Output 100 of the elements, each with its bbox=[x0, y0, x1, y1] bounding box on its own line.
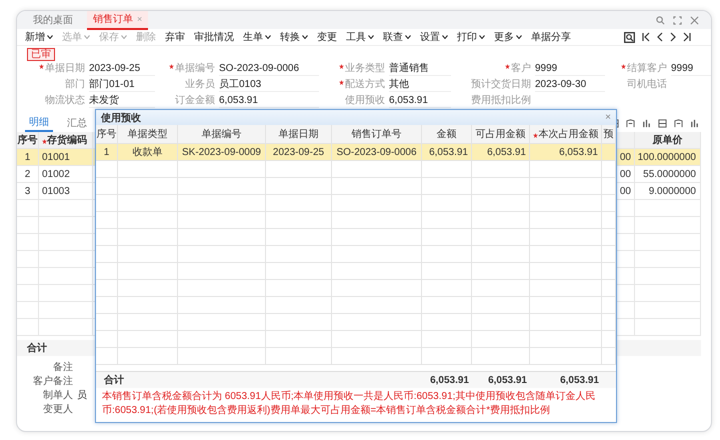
field-value: 9999 bbox=[671, 62, 711, 76]
status-badge: 已审 bbox=[27, 48, 55, 61]
toolbar-button[interactable]: 更多 bbox=[490, 30, 527, 44]
table-cell: 2 bbox=[24, 168, 30, 180]
toolbar-button[interactable]: 打印 bbox=[453, 30, 490, 44]
toolbar-button[interactable]: 设置 bbox=[416, 30, 453, 44]
page-tab[interactable]: 销售订单 × bbox=[87, 11, 148, 30]
table-tool-icon[interactable] bbox=[658, 118, 667, 128]
field-label: 客户备注 bbox=[32, 374, 73, 388]
column-header: 本次占用金额 bbox=[538, 128, 598, 141]
table-cell: 2023-09-25 bbox=[272, 146, 324, 158]
column-header: 单据日期 bbox=[278, 128, 318, 141]
column-header: 销售订单号 bbox=[352, 128, 402, 141]
table-cell: 00 bbox=[620, 152, 631, 162]
total-value: 6,053.91 bbox=[560, 374, 599, 386]
field-value: 6,053.91 bbox=[389, 94, 451, 108]
field-label: 配送方式 bbox=[345, 78, 385, 91]
field-label: 部门 bbox=[65, 78, 85, 91]
toolbar-button[interactable]: 单据分享 bbox=[527, 30, 576, 44]
column-header: 可占用金额 bbox=[476, 128, 526, 141]
table-cell: SO-2023-09-0006 bbox=[336, 146, 417, 158]
toolbar-button[interactable]: 转换 bbox=[276, 30, 313, 44]
column-header: 单据编号 bbox=[202, 128, 242, 141]
field-value: 9999 bbox=[535, 62, 605, 76]
field-label: 业务员 bbox=[185, 78, 215, 91]
toolbar-button[interactable]: 联查 bbox=[379, 30, 416, 44]
toolbar-button[interactable]: 弃审 bbox=[161, 30, 190, 44]
field-label: 预计交货日期 bbox=[471, 78, 531, 91]
total-value: 6,053.91 bbox=[488, 374, 527, 386]
column-header: 单据类型 bbox=[128, 128, 168, 141]
total-value: 6,053.91 bbox=[430, 374, 469, 386]
field-value: 其他 bbox=[389, 78, 451, 92]
field-value: 部门01-01 bbox=[89, 78, 155, 92]
toolbar-button[interactable]: 生单 bbox=[239, 30, 276, 44]
total-label: 合计 bbox=[27, 342, 47, 355]
table-cell: 01002 bbox=[42, 168, 70, 180]
field-label: 制单人 bbox=[42, 388, 73, 402]
table-cell: 1 bbox=[104, 146, 110, 158]
field-label: 备注 bbox=[52, 360, 73, 374]
field-value: 未发货 bbox=[89, 94, 155, 108]
table-cell: 3 bbox=[24, 186, 30, 196]
field-label: 客户 bbox=[511, 62, 531, 75]
table-cell: 55.0000000 bbox=[643, 168, 696, 180]
table-cell: 01001 bbox=[42, 152, 70, 162]
field-value: 普通销售 bbox=[389, 62, 451, 76]
first-icon[interactable] bbox=[642, 32, 650, 42]
field-label: 费用抵扣比例 bbox=[471, 94, 531, 107]
table-cell: 6,053.91 bbox=[429, 146, 468, 158]
table-tool-icon[interactable] bbox=[626, 118, 635, 128]
column-header: 原单价 bbox=[652, 134, 682, 147]
table-cell: 9.0000000 bbox=[648, 186, 696, 196]
column-header: 预 bbox=[604, 128, 614, 141]
last-icon[interactable] bbox=[683, 32, 691, 42]
field-label: 单据日期 bbox=[45, 62, 85, 75]
toolbar-button[interactable]: 审批情况 bbox=[190, 30, 239, 44]
field-label: 变更人 bbox=[42, 402, 73, 416]
dialog-title: 使用预收 bbox=[101, 112, 141, 124]
field-label: 订金金额 bbox=[175, 94, 215, 107]
table-cell: 100.0000000 bbox=[638, 152, 696, 162]
table-cell: 6,053.91 bbox=[487, 146, 526, 158]
field-value: 员工0103 bbox=[219, 78, 319, 92]
hint-text: 本销售订单含税金额合计为 6053.91人民币;本单使用预收一共是人民币:6053.91;其中使用预收包含随单订金人民币:6053.91;(若使用预收包含费用返利)费用单最大可占用金额=本销售订单含税金额合计*费用抵扣比例 bbox=[101, 390, 596, 418]
column-header: 序号 bbox=[96, 128, 116, 141]
next-icon[interactable] bbox=[670, 32, 676, 42]
previous-icon[interactable] bbox=[657, 32, 663, 42]
column-header: 金额 bbox=[436, 128, 456, 141]
page-tab[interactable]: 我的桌面 bbox=[27, 11, 79, 29]
fullscreen-icon[interactable] bbox=[673, 16, 682, 24]
field-label: 结算客户 bbox=[627, 62, 667, 75]
table-cell: 1 bbox=[24, 152, 30, 162]
table-row[interactable]: 1 收款单 SK-2023-09-0009 2023-09-25 SO-2023-09-0006 6,053.91 6,053.91 6,053.91 bbox=[96, 144, 616, 161]
field-value: 员 bbox=[76, 389, 87, 402]
table-tool-icon[interactable] bbox=[642, 118, 651, 128]
toolbar-button[interactable]: 新增 bbox=[21, 30, 58, 44]
field-label: 物流状态 bbox=[45, 94, 85, 107]
table-tool-icon[interactable] bbox=[674, 118, 683, 128]
toolbar-button[interactable]: 变更 bbox=[313, 30, 342, 44]
table-cell: 00 bbox=[620, 186, 631, 196]
toolbar-button[interactable]: 工具 bbox=[342, 30, 379, 44]
table-cell: 01003 bbox=[42, 186, 70, 196]
table-cell-text: 收款单 bbox=[132, 146, 162, 159]
field-value: SO-2023-09-0006 bbox=[219, 62, 319, 76]
field-label: 司机电话 bbox=[627, 78, 667, 91]
detail-tab[interactable]: 汇总 bbox=[63, 115, 91, 131]
table-cell: SK-2023-09-0009 bbox=[182, 146, 261, 158]
column-header: 序号 bbox=[18, 133, 38, 147]
preview-icon[interactable] bbox=[624, 32, 635, 42]
table-cell: 6,053.91 bbox=[559, 146, 598, 158]
table-tool-icon[interactable] bbox=[690, 118, 699, 128]
field-value: 2023-09-30 bbox=[535, 78, 605, 92]
column-header: 存货编码 bbox=[47, 134, 87, 147]
close-icon[interactable] bbox=[690, 16, 699, 24]
table-cell: 00 bbox=[620, 168, 631, 180]
field-value: 2023-09-25 bbox=[89, 62, 155, 76]
total-label: 合计 bbox=[104, 375, 124, 386]
field-label: 业务类型 bbox=[345, 62, 385, 75]
field-value: 6,053.91 bbox=[219, 94, 319, 108]
field-label: 使用预收 bbox=[345, 94, 385, 107]
search-icon[interactable] bbox=[656, 16, 665, 24]
field-label: 单据编号 bbox=[175, 62, 215, 75]
